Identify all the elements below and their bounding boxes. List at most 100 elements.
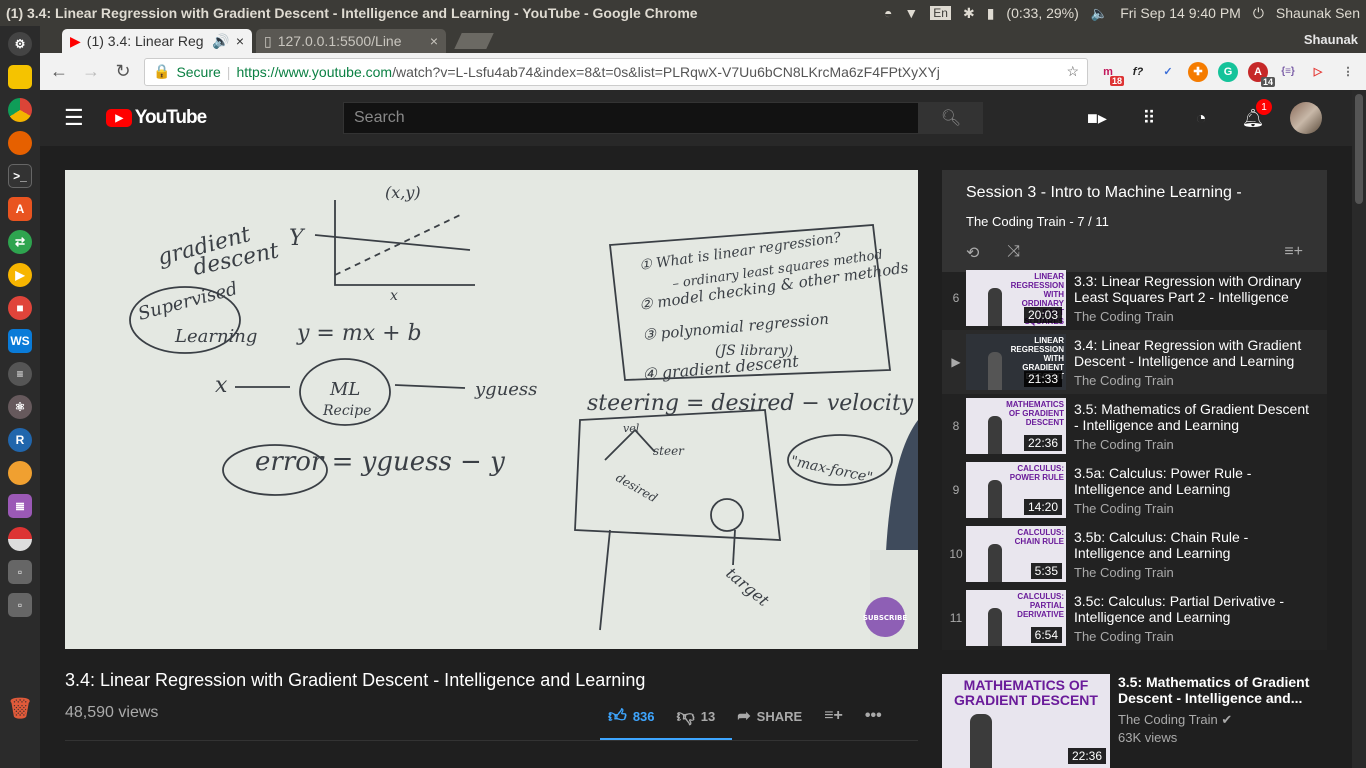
list-item[interactable]: 9 CALCULUS: POWER RULE 14:20 3.5a: Calcul… [942, 458, 1327, 522]
scrollbar-thumb[interactable] [1355, 94, 1363, 204]
todoist-extension-icon[interactable]: ✓ [1158, 62, 1178, 82]
search-button[interactable]: 🔍︎ [919, 102, 983, 134]
shuffle-icon[interactable]: ⤨ [1007, 243, 1020, 263]
presenter-figure [988, 352, 1002, 390]
forward-icon[interactable]: → [80, 61, 102, 82]
firefox-icon[interactable] [8, 131, 32, 155]
video-thumbnail[interactable]: LINEAR REGRESSION WITH ORDINARY LEAST SQ… [966, 270, 1066, 326]
apps-grid-icon[interactable]: ⠿ [1134, 103, 1164, 133]
database-icon[interactable]: ≡ [8, 362, 32, 386]
video-thumbnail[interactable]: CALCULUS: CHAIN RULE 5:35 [966, 526, 1066, 582]
create-video-icon[interactable]: ■▸ [1082, 103, 1112, 133]
volume-icon[interactable]: 🔈 [1091, 5, 1108, 22]
dislike-button[interactable]: 👎︎ 13 [677, 705, 716, 727]
notifications-bell-icon[interactable]: 🔔︎ 1 [1238, 99, 1272, 133]
video-thumbnail[interactable]: LINEAR REGRESSION WITH GRADIENT DESCENT2… [966, 334, 1066, 390]
up-next-thumbnail[interactable]: MATHEMATICS OF GRADIENT DESCENT 22:36 [942, 674, 1110, 768]
clock[interactable]: Fri Sep 14 9:40 PM [1120, 5, 1241, 21]
dislike-count: 13 [700, 708, 716, 724]
save-playlist-icon[interactable]: ≡+ [1284, 243, 1303, 263]
weather-icon[interactable] [8, 461, 32, 485]
item-title[interactable]: 3.5c: Calculus: Partial Derivative - Int… [1074, 593, 1309, 625]
playlist-title[interactable]: Session 3 - Intro to Machine Learning - [966, 184, 1303, 202]
system-top-bar: (1) 3.4: Linear Regression with Gradient… [0, 0, 1366, 26]
item-title[interactable]: 3.4: Linear Regression with Gradient Des… [1074, 337, 1309, 369]
loop-icon[interactable]: ⟲ [966, 243, 979, 263]
chrome-app-icon[interactable] [8, 98, 32, 122]
list-item[interactable]: 11 CALCULUS: PARTIAL DERIVATIVE 6:54 3.5c… [942, 586, 1327, 650]
mail-extension-icon[interactable]: m 18 [1098, 62, 1124, 86]
more-actions-button[interactable]: ••• [865, 707, 882, 725]
drive-icon-1[interactable]: ▫ [8, 560, 32, 584]
bluetooth-icon[interactable]: ✱ [963, 5, 975, 22]
avatar[interactable] [1290, 102, 1322, 134]
list-item[interactable]: 10 CALCULUS: CHAIN RULE 5:35 3.5b: Calcul… [942, 522, 1327, 586]
page-scrollbar[interactable] [1352, 90, 1366, 768]
tab-close-icon[interactable]: × [236, 33, 244, 49]
up-next-item[interactable]: MATHEMATICS OF GRADIENT DESCENT 22:36 3.… [942, 674, 1313, 768]
like-button[interactable]: 👍︎ 836 [608, 705, 655, 727]
new-tab-button[interactable] [454, 33, 494, 49]
wb-x-input: x [215, 373, 228, 398]
share-button[interactable]: ➦ SHARE [737, 706, 802, 726]
profile-name[interactable]: Shaunak [1304, 32, 1358, 47]
lifesaver-extension-icon[interactable]: ✚ [1188, 61, 1208, 82]
chrome-icon[interactable]: ◓ [884, 5, 892, 21]
webstorm-icon[interactable]: WS [8, 329, 32, 353]
bookmark-star-icon[interactable]: ☆ [1066, 63, 1079, 80]
duration-badge: 21:33 [1023, 371, 1062, 387]
tab-strip: ▶ (1) 3.4: Linear Reg 🔊 × ▯ 127.0.0.1:55… [40, 26, 1366, 53]
list-item[interactable]: 8 MATHEMATICS OF GRADIENT DESCENT 22:36 3… [942, 394, 1327, 458]
atom-icon[interactable]: ⚛ [8, 395, 32, 419]
wifi-icon[interactable]: ▼ [904, 5, 918, 21]
url-text: https://www.youtube.com/watch?v=L-Lsfu4a… [236, 64, 1060, 80]
cast-extension-icon[interactable]: ▷ [1308, 62, 1328, 82]
item-title[interactable]: 3.5b: Calculus: Chain Rule - Intelligenc… [1074, 529, 1309, 561]
chrome-menu-icon[interactable]: ⋮ [1338, 62, 1358, 82]
disks-icon[interactable] [8, 527, 32, 551]
video-thumbnail[interactable]: MATHEMATICS OF GRADIENT DESCENT 22:36 [966, 398, 1066, 454]
trash-icon[interactable]: 🗑 [7, 696, 32, 720]
up-next-title[interactable]: 3.5: Mathematics of Gradient Descent - I… [1118, 674, 1313, 706]
formula-extension-icon[interactable]: f? [1128, 62, 1148, 82]
toggle-app-icon[interactable]: ⇄ [8, 230, 32, 254]
playlist-subtitle[interactable]: The Coding Train - 7 / 11 [966, 214, 1303, 229]
back-icon[interactable]: ← [48, 61, 70, 82]
list-item-current[interactable]: ▶ LINEAR REGRESSION WITH GRADIENT DESCEN… [942, 330, 1327, 394]
item-title[interactable]: 3.5a: Calculus: Power Rule - Intelligenc… [1074, 465, 1309, 497]
list-item[interactable]: 6 LINEAR REGRESSION WITH ORDINARY LEAST … [942, 266, 1327, 330]
tab-localhost[interactable]: ▯ 127.0.0.1:5500/Line × [256, 29, 446, 53]
search-input[interactable]: Search [343, 102, 919, 134]
address-bar[interactable]: 🔒 Secure | https://www.youtube.com/watch… [144, 57, 1088, 86]
save-to-playlist-button[interactable]: ≡+ [824, 707, 843, 725]
settings-icon[interactable]: ⚙ [8, 32, 32, 56]
drive-icon-2[interactable]: ▫ [8, 593, 32, 617]
hamburger-menu-icon[interactable]: ☰ [64, 105, 84, 131]
record-app-icon[interactable]: ■ [8, 296, 32, 320]
files-icon[interactable] [8, 65, 32, 89]
video-thumbnail[interactable]: CALCULUS: PARTIAL DERIVATIVE 6:54 [966, 590, 1066, 646]
tab-youtube[interactable]: ▶ (1) 3.4: Linear Reg 🔊 × [62, 29, 252, 53]
video-player[interactable]: gradient descent Supervised Learning Y x… [65, 170, 918, 649]
user-name[interactable]: Shaunak Sen [1276, 5, 1360, 21]
json-extension-icon[interactable]: {≡} [1278, 62, 1298, 82]
keyboard-layout[interactable]: En [930, 6, 951, 20]
messages-icon[interactable]: ◔ [1186, 103, 1216, 133]
audio-playing-icon[interactable]: 🔊 [212, 33, 229, 50]
terminal-icon[interactable]: >_ [8, 164, 32, 188]
software-center-icon[interactable]: A [8, 197, 32, 221]
battery-status[interactable]: (0:33, 29%) [1006, 5, 1078, 21]
adblock-extension-icon[interactable]: A 14 [1248, 61, 1275, 87]
document-viewer-icon[interactable]: ≣ [8, 494, 32, 518]
r-studio-icon[interactable]: R [8, 428, 32, 452]
grammarly-extension-icon[interactable]: G [1218, 61, 1238, 82]
youtube-logo[interactable]: ▶ YouTube [105, 107, 207, 129]
tab-close-icon[interactable]: × [430, 33, 438, 49]
media-player-icon[interactable]: ▶ [8, 263, 32, 287]
item-title[interactable]: 3.5: Mathematics of Gradient Descent - I… [1074, 401, 1309, 433]
battery-icon[interactable]: ▮ [987, 5, 995, 22]
item-title[interactable]: 3.3: Linear Regression with Ordinary Lea… [1074, 273, 1309, 305]
reload-icon[interactable]: ↻ [112, 61, 134, 82]
video-thumbnail[interactable]: CALCULUS: POWER RULE 14:20 [966, 462, 1066, 518]
power-icon[interactable]: ⏻ [1253, 5, 1264, 22]
